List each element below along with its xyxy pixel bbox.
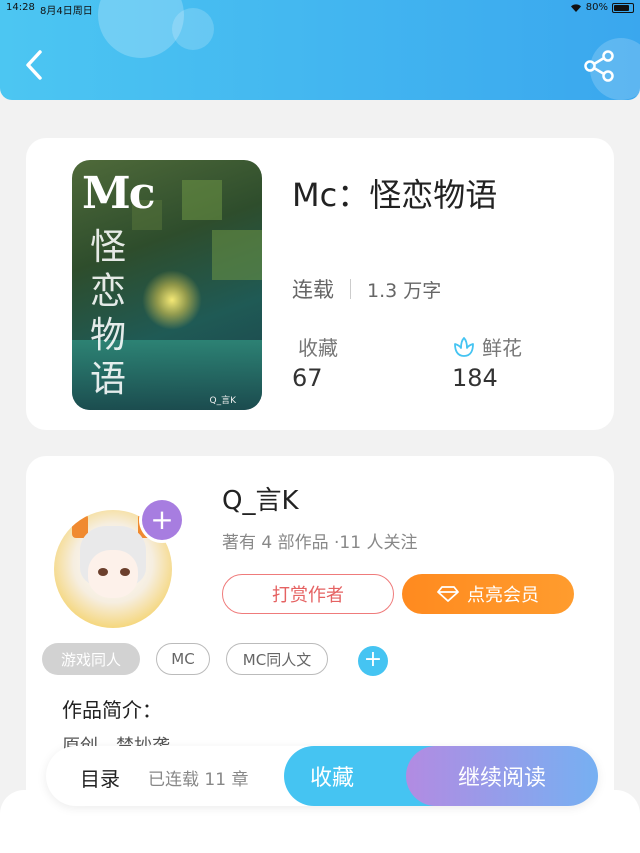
toc-button[interactable]: 目录	[80, 763, 120, 792]
avatar-eye	[120, 568, 130, 576]
favorites-count: 67	[292, 364, 323, 392]
follow-author-button[interactable]: +	[142, 500, 182, 540]
back-button[interactable]	[20, 48, 50, 82]
tag-label: MC	[171, 650, 195, 668]
author-name[interactable]: Q_言K	[222, 480, 299, 517]
chevron-left-icon	[26, 50, 42, 80]
tag-label: 游戏同人	[60, 650, 121, 669]
status-bar: 14:28 8月4日周日 80%	[0, 0, 640, 17]
status-time: 14:28	[6, 2, 35, 13]
status-date: 8月4日周日	[40, 6, 93, 17]
flowers-count: 184	[452, 364, 498, 392]
wifi-icon	[570, 3, 581, 12]
continue-reading-label: 继续阅读	[457, 766, 546, 791]
favorites-label: 收藏	[298, 332, 338, 361]
cover-lantern-glow	[142, 270, 202, 330]
tip-author-button[interactable]: 打赏作者	[222, 574, 394, 614]
flower-icon	[454, 336, 474, 357]
flowers-label[interactable]: 鲜花	[452, 332, 522, 361]
continue-reading-button[interactable]: 继续阅读	[406, 746, 598, 806]
author-meta: 著有 4 部作品 ·11 人关注	[222, 533, 418, 553]
battery-percent: 80%	[585, 2, 608, 13]
vip-button[interactable]: 点亮会员	[402, 574, 574, 614]
favorites-label-text: 收藏	[298, 336, 338, 360]
tag-mc[interactable]: MC	[156, 643, 210, 675]
book-info-card: Mc 怪恋物语 Q_言K Mc：怪恋物语 连载 1.3 万字 收藏 67 鲜花 …	[26, 138, 614, 430]
top-header: 14:28 8月4日周日 80%	[0, 0, 640, 100]
plus-icon: +	[150, 503, 174, 536]
diamond-icon	[437, 586, 459, 602]
status-right: 80%	[570, 2, 634, 13]
cover-credit: Q_言K	[209, 396, 237, 406]
plus-icon: +	[363, 647, 383, 672]
serial-status: 连载	[292, 278, 334, 302]
avatar-face	[88, 550, 138, 598]
battery-icon	[612, 2, 634, 13]
tag-label: MC同人文	[242, 650, 312, 669]
share-button[interactable]	[582, 48, 618, 84]
favorite-label: 收藏	[310, 766, 355, 791]
cover-title-en: Mc	[82, 168, 155, 219]
word-count: 1.3 万字	[367, 279, 442, 302]
share-icon	[584, 50, 614, 82]
book-title: Mc：怪恋物语	[292, 176, 498, 214]
intro-title: 作品简介：	[62, 698, 162, 722]
cover-pixel-block	[212, 230, 262, 280]
cover-pixel-block	[182, 180, 222, 220]
flowers-label-text: 鲜花	[482, 336, 522, 360]
tip-author-label: 打赏作者	[272, 585, 344, 606]
bottom-action-bar: 目录 已连载 11 章 收藏 继续阅读	[46, 746, 598, 806]
avatar-eye	[98, 568, 108, 576]
cover-title-cn: 怪恋物语	[90, 227, 127, 400]
book-cover[interactable]: Mc 怪恋物语 Q_言K	[72, 160, 262, 410]
vip-label: 点亮会员	[467, 585, 539, 606]
book-status-row: 连载 1.3 万字	[292, 274, 441, 304]
tag-game-fanfic[interactable]: 游戏同人	[42, 643, 140, 675]
tag-mc-fanfic[interactable]: MC同人文	[226, 643, 328, 675]
chapter-count: 已连载 11 章	[148, 770, 249, 790]
divider	[350, 279, 351, 299]
add-tag-button[interactable]: +	[358, 646, 388, 676]
